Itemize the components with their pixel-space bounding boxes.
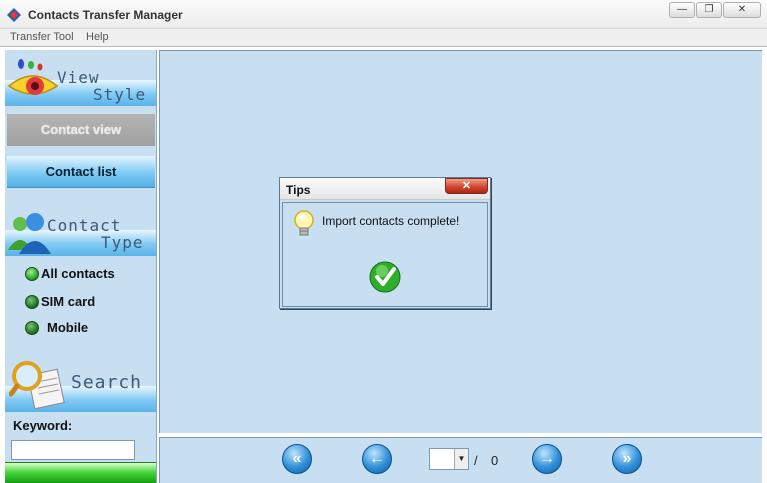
- tips-dialog: Tips ✕ Import contacts complete!: [279, 177, 491, 309]
- dialog-title-bar[interactable]: Tips ✕: [280, 178, 490, 200]
- page-select[interactable]: ▼: [429, 448, 469, 470]
- keyword-input[interactable]: [11, 440, 135, 460]
- search-header: Search: [5, 356, 156, 412]
- search-title: Search: [71, 372, 143, 393]
- previous-page-button[interactable]: ←: [362, 444, 392, 474]
- total-pages: 0: [491, 453, 499, 468]
- filter-label: Mobile: [47, 320, 89, 335]
- view-style-header: View Style: [5, 50, 156, 106]
- search-progress-bar[interactable]: [5, 462, 156, 483]
- keyword-label: Keyword:: [13, 418, 73, 433]
- contact-type-title-line2: Type: [101, 233, 144, 252]
- first-page-button[interactable]: «: [282, 444, 312, 474]
- dialog-title: Tips: [286, 183, 311, 197]
- page-separator: /: [474, 453, 478, 468]
- eye-icon: [7, 59, 59, 95]
- menu-help[interactable]: Help: [86, 31, 109, 43]
- dialog-close-button[interactable]: ✕: [445, 178, 488, 194]
- magnifier-icon: [9, 361, 65, 410]
- title-bar[interactable]: Contacts Transfer Manager — ❐ ✕: [0, 0, 767, 29]
- dialog-message: Import contacts complete!: [322, 214, 460, 228]
- filter-label: SIM card: [41, 294, 96, 309]
- sidebar: View Style Contact view Contact list Con…: [5, 50, 157, 483]
- green-check-icon: [369, 261, 401, 293]
- radio-icon: [25, 321, 39, 335]
- contact-type-header: Contact Type: [5, 200, 156, 256]
- maximize-button[interactable]: ❐: [696, 2, 722, 18]
- lightbulb-icon: [294, 210, 314, 236]
- contact-list-button[interactable]: Contact list: [7, 156, 155, 188]
- app-icon: [7, 8, 21, 22]
- dialog-body: Import contacts complete!: [282, 202, 488, 307]
- view-style-title-line2: Style: [93, 85, 147, 104]
- next-page-button[interactable]: →: [532, 444, 562, 474]
- menu-bar: Transfer Tool Help: [0, 29, 767, 47]
- minimize-button[interactable]: —: [669, 2, 695, 18]
- chevron-down-icon: ▼: [454, 449, 468, 469]
- close-button[interactable]: ✕: [723, 2, 761, 18]
- filter-label: All contacts: [41, 266, 115, 281]
- radio-selected-icon: [25, 267, 39, 281]
- window-title: Contacts Transfer Manager: [28, 8, 183, 22]
- pager-bar: « ← ▼ / 0 → »: [159, 437, 762, 483]
- contact-view-button[interactable]: Contact view: [7, 114, 155, 146]
- last-page-button[interactable]: »: [612, 444, 642, 474]
- radio-icon: [25, 295, 39, 309]
- menu-transfer-tool[interactable]: Transfer Tool: [10, 31, 74, 43]
